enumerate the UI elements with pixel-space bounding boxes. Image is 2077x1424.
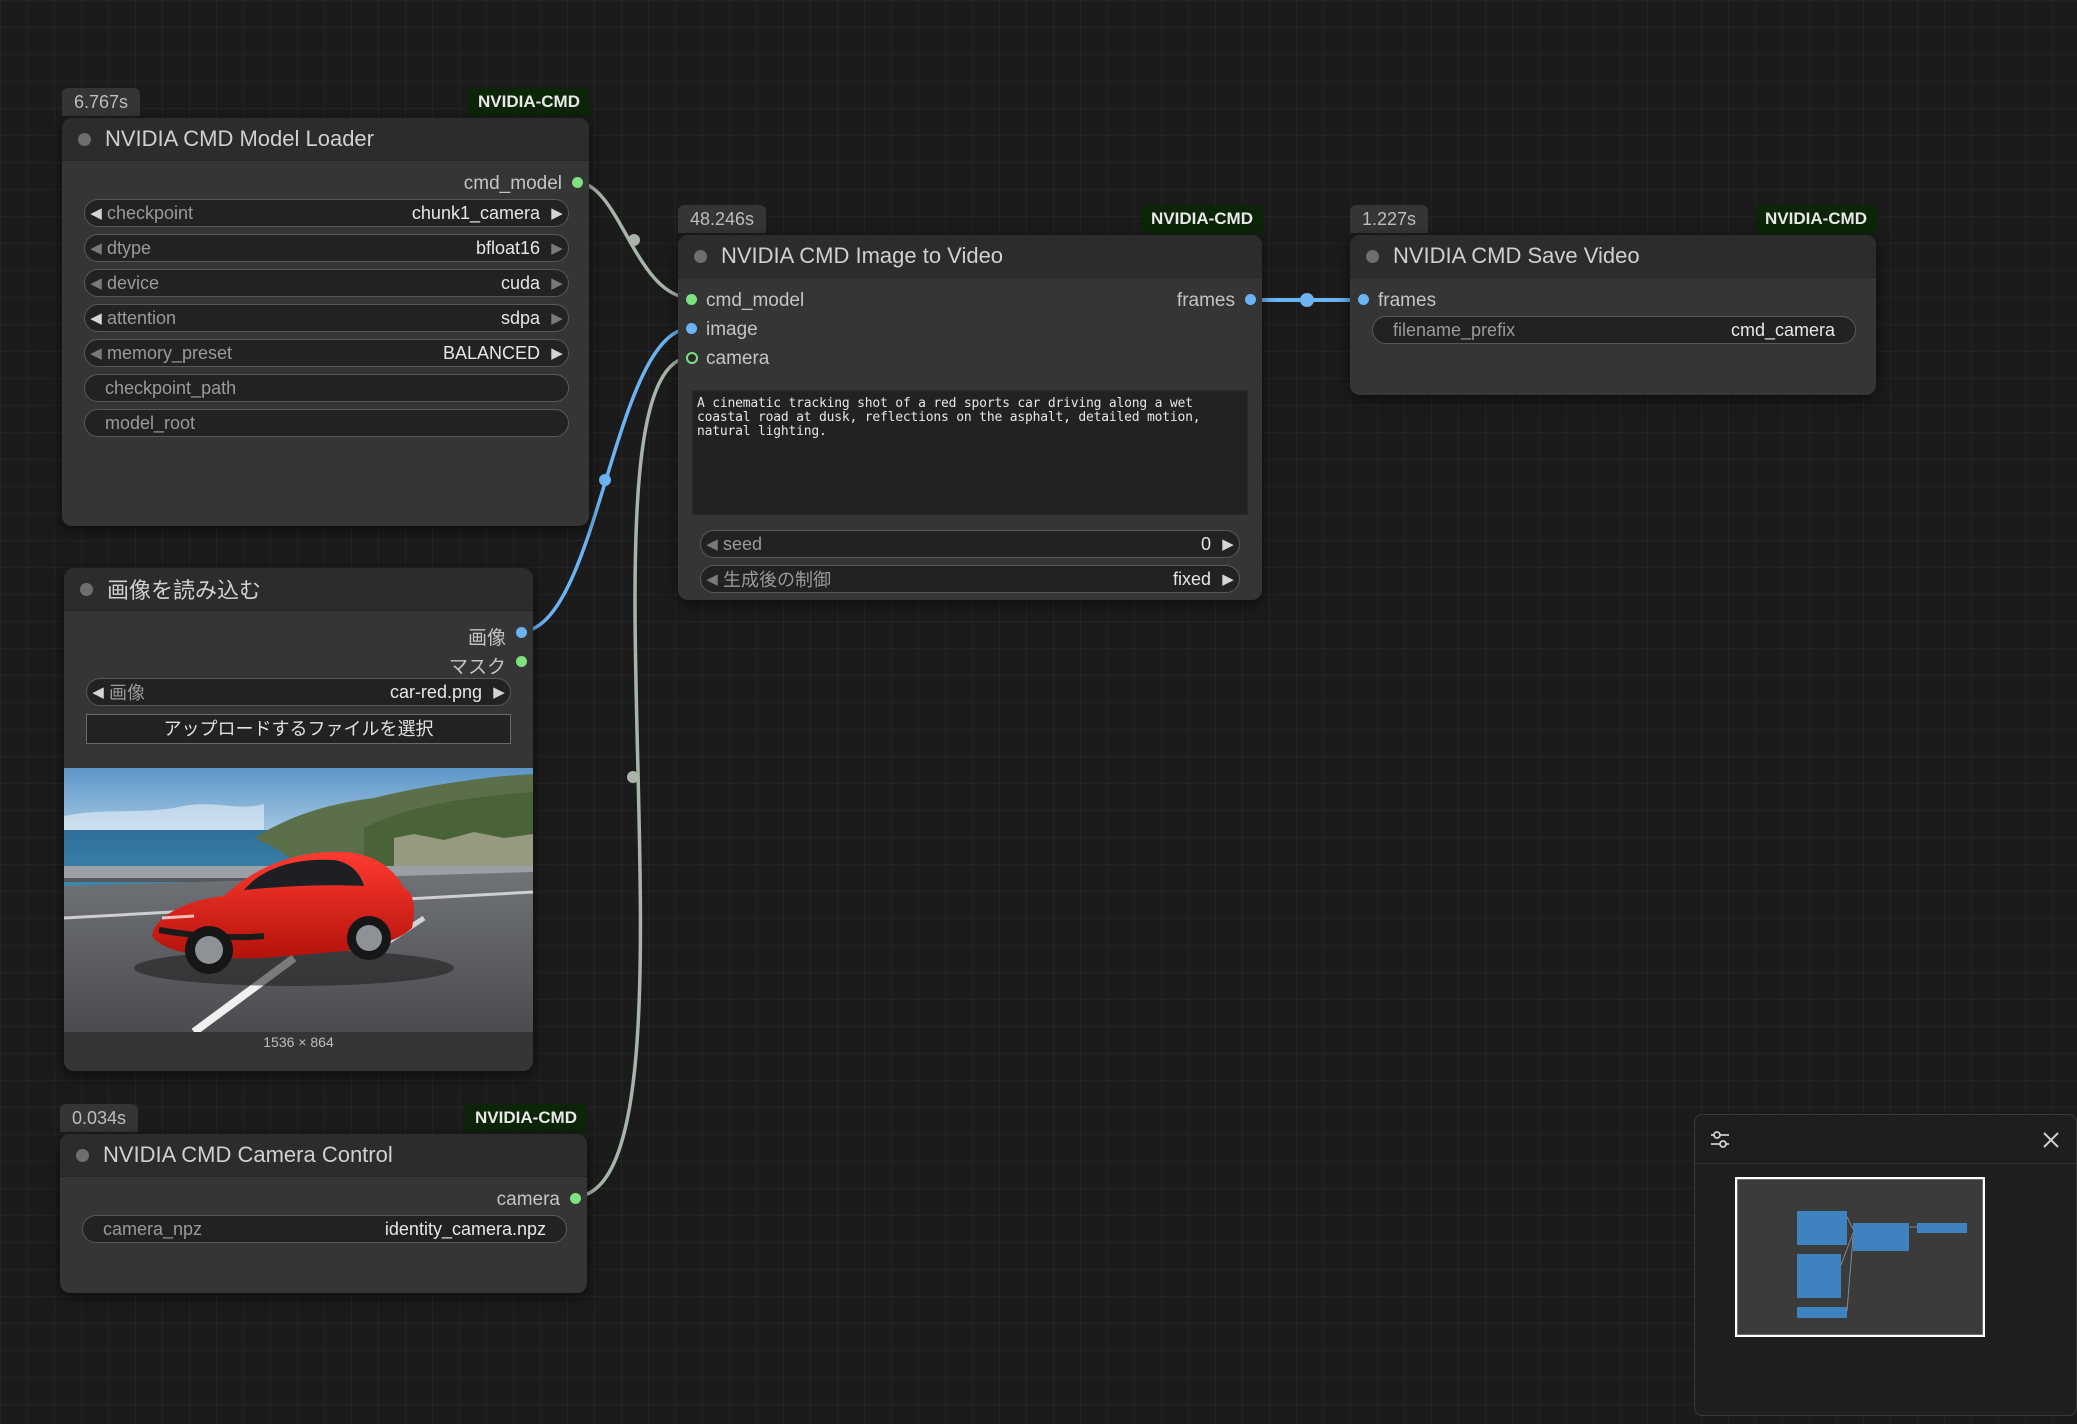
node-title-bar[interactable]: NVIDIA CMD Save Video — [1350, 235, 1876, 278]
node-title-bar[interactable]: NVIDIA CMD Camera Control — [60, 1134, 587, 1177]
input-slot-label: camera — [706, 348, 770, 369]
node-title-bar[interactable]: 画像を読み込む — [64, 568, 533, 611]
input-slot-dot-icon[interactable] — [686, 352, 698, 364]
input-slot-label: frames — [1378, 290, 1437, 311]
arrow-right-icon[interactable]: ▶ — [546, 204, 568, 222]
execution-time-badge: 48.246s — [678, 205, 767, 233]
combo-widget-image[interactable]: ◀ 画像 car-red.png ▶ — [86, 678, 511, 706]
combo-widget-checkpoint[interactable]: ◀ checkpoint chunk1_camera ▶ — [84, 199, 569, 227]
node-source-badge: NVIDIA-CMD — [1141, 205, 1263, 233]
input-slot-label: cmd_model — [706, 290, 805, 311]
image-dimensions: 1536 × 864 — [263, 1034, 334, 1050]
text-widget-camera-npz[interactable]: camera_npz identity_camera.npz — [82, 1215, 567, 1243]
output-slot-label: frames — [1176, 290, 1235, 311]
image-preview — [64, 768, 533, 1032]
execution-time-badge: 6.767s — [62, 88, 141, 116]
input-slot-dot-icon[interactable] — [686, 323, 697, 334]
arrow-right-icon[interactable]: ▶ — [1217, 535, 1239, 553]
car-image-preview — [64, 768, 533, 1032]
node-title: NVIDIA CMD Save Video — [1393, 243, 1640, 268]
arrow-right-icon[interactable]: ▶ — [488, 683, 510, 701]
upload-button[interactable]: アップロードするファイルを選択 — [86, 714, 511, 744]
output-slot-label: cmd_model — [463, 173, 562, 194]
arrow-left-icon[interactable]: ◀ — [701, 570, 723, 588]
minimap-canvas[interactable] — [1735, 1177, 1985, 1337]
minimap-panel[interactable] — [1694, 1114, 2077, 1416]
node-title: NVIDIA CMD Model Loader — [105, 126, 374, 151]
text-widget-filename-prefix[interactable]: filename_prefix cmd_camera — [1372, 316, 1856, 344]
camera-control-node[interactable]: NVIDIA CMD Camera Control camera camera_… — [60, 1134, 587, 1293]
arrow-right-icon[interactable]: ▶ — [546, 344, 568, 362]
arrow-right-icon[interactable]: ▶ — [1217, 570, 1239, 588]
execution-time-badge: 0.034s — [60, 1104, 139, 1132]
arrow-left-icon[interactable]: ◀ — [85, 344, 107, 362]
combo-widget-control-after-generate[interactable]: ◀ 生成後の制御 fixed ▶ — [700, 565, 1240, 593]
collapse-dot-icon[interactable] — [694, 249, 707, 263]
number-widget-seed[interactable]: ◀ seed 0 ▶ — [700, 530, 1240, 558]
arrow-left-icon[interactable]: ◀ — [85, 239, 107, 257]
combo-widget-dtype[interactable]: ◀ dtype bfloat16 ▶ — [84, 234, 569, 262]
model-loader-node[interactable]: NVIDIA CMD Model Loader cmd_model ◀ chec… — [62, 118, 589, 526]
arrow-left-icon[interactable]: ◀ — [701, 535, 723, 553]
output-slot-dot-icon[interactable] — [570, 1193, 581, 1204]
output-slot-dot-icon[interactable] — [1245, 294, 1256, 305]
arrow-right-icon[interactable]: ▶ — [546, 239, 568, 257]
execution-time-badge: 1.227s — [1350, 205, 1429, 233]
input-slot-label: image — [706, 319, 758, 340]
node-title: NVIDIA CMD Image to Video — [721, 243, 1004, 268]
link-midpoint-image[interactable] — [599, 474, 611, 486]
arrow-left-icon[interactable]: ◀ — [85, 309, 107, 327]
output-slot-dot-icon[interactable] — [516, 656, 527, 667]
node-title-bar[interactable]: NVIDIA CMD Model Loader — [62, 118, 589, 161]
node-source-badge: NVIDIA-CMD — [1755, 205, 1877, 233]
collapse-dot-icon[interactable] — [80, 582, 93, 596]
node-source-badge: NVIDIA-CMD — [465, 1104, 587, 1132]
output-slot-dot-icon[interactable] — [572, 177, 583, 188]
arrow-right-icon[interactable]: ▶ — [546, 309, 568, 327]
save-video-node[interactable]: NVIDIA CMD Save Video frames filename_pr… — [1350, 235, 1876, 395]
arrow-left-icon[interactable]: ◀ — [87, 683, 109, 701]
link-midpoint-cmd-model[interactable] — [628, 234, 640, 246]
node-source-badge: NVIDIA-CMD — [468, 88, 590, 116]
output-slot-label: camera — [496, 1189, 560, 1210]
arrow-right-icon[interactable]: ▶ — [546, 274, 568, 292]
collapse-dot-icon[interactable] — [78, 132, 91, 146]
combo-widget-memory-preset[interactable]: ◀ memory_preset BALANCED ▶ — [84, 339, 569, 367]
combo-widget-device[interactable]: ◀ device cuda ▶ — [84, 269, 569, 297]
text-widget-model-root[interactable]: model_root — [84, 409, 569, 437]
input-slot-dot-icon[interactable] — [1358, 294, 1369, 305]
link-cmd-model[interactable] — [575, 180, 693, 300]
sliders-icon[interactable] — [1709, 1129, 1731, 1151]
link-camera[interactable] — [572, 355, 693, 1199]
input-slot-dot-icon[interactable] — [686, 294, 697, 305]
combo-widget-attention[interactable]: ◀ attention sdpa ▶ — [84, 304, 569, 332]
prompt-textarea[interactable]: A cinematic tracking shot of a red sport… — [692, 390, 1248, 515]
link-midpoint-camera[interactable] — [627, 771, 639, 783]
minimap-divider — [1695, 1163, 2076, 1164]
output-slot-dot-icon[interactable] — [516, 627, 527, 638]
collapse-dot-icon[interactable] — [76, 1148, 89, 1162]
collapse-dot-icon[interactable] — [1366, 249, 1379, 263]
link-midpoint-frames[interactable] — [1300, 293, 1314, 307]
node-title-bar[interactable]: NVIDIA CMD Image to Video — [678, 235, 1262, 278]
text-widget-checkpoint-path[interactable]: checkpoint_path — [84, 374, 569, 402]
close-icon[interactable] — [2042, 1131, 2060, 1149]
load-image-node[interactable]: 画像を読み込む 画像 マスク ◀ 画像 car-red.png ▶ アップロード… — [64, 568, 533, 1071]
node-title: NVIDIA CMD Camera Control — [103, 1142, 393, 1167]
arrow-left-icon[interactable]: ◀ — [85, 204, 107, 222]
output-slot-label: マスク — [448, 657, 506, 678]
output-slot-label: 画像 — [467, 628, 506, 649]
arrow-left-icon[interactable]: ◀ — [85, 274, 107, 292]
node-title: 画像を読み込む — [107, 578, 262, 603]
image-to-video-node[interactable]: NVIDIA CMD Image to Video cmd_model imag… — [678, 235, 1262, 600]
